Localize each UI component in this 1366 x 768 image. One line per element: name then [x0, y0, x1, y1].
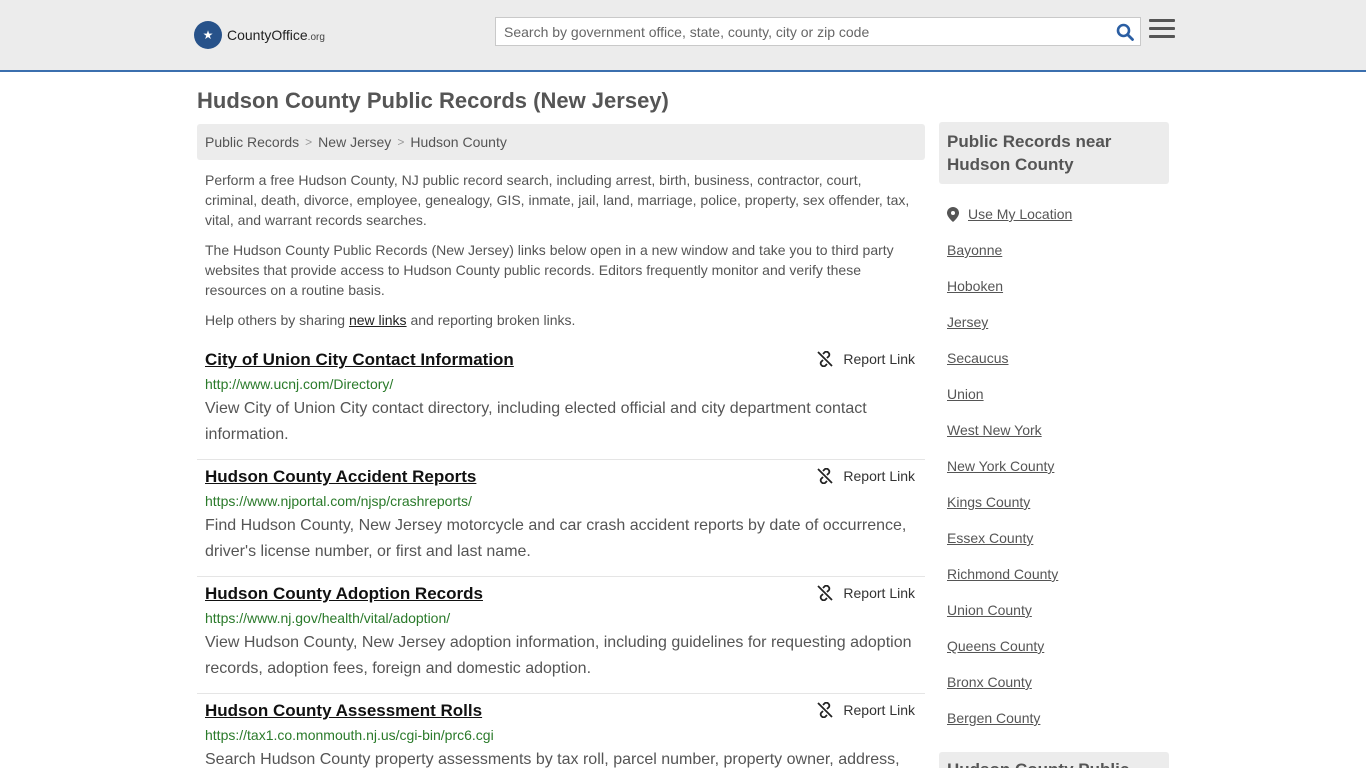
- record-url[interactable]: https://www.njportal.com/njsp/crashrepor…: [205, 493, 472, 509]
- nearby-link-bronx-county[interactable]: Bronx County: [947, 674, 1032, 690]
- report-link-label: Report Link: [843, 702, 915, 718]
- nearby-link-new-york-county[interactable]: New York County: [947, 458, 1054, 474]
- list-item: Richmond County: [947, 556, 1167, 592]
- record-item: Hudson County Accident Reports Report Li…: [197, 460, 925, 577]
- share-paragraph: Help others by sharing new links and rep…: [205, 310, 917, 330]
- nearby-link-essex-county[interactable]: Essex County: [947, 530, 1033, 546]
- logo-main: CountyOffice: [227, 27, 308, 43]
- search-bar: [495, 17, 1141, 46]
- report-link-button[interactable]: Report Link: [817, 351, 915, 367]
- report-link-button[interactable]: Report Link: [817, 468, 915, 484]
- nearby-link-west-new-york[interactable]: West New York: [947, 422, 1042, 438]
- page-title: Hudson County Public Records (New Jersey…: [197, 88, 669, 113]
- list-item: New York County: [947, 448, 1167, 484]
- report-link-label: Report Link: [843, 351, 915, 367]
- breadcrumb: Public Records > New Jersey > Hudson Cou…: [197, 124, 925, 160]
- logo-text: CountyOffice.org: [227, 27, 325, 43]
- nearby-link-secaucus[interactable]: Secaucus: [947, 350, 1008, 366]
- use-location-item: Use My Location: [947, 196, 1167, 232]
- search-icon: [1116, 23, 1134, 41]
- nearby-link-bergen-county[interactable]: Bergen County: [947, 710, 1040, 726]
- list-item: Essex County: [947, 520, 1167, 556]
- record-item: Hudson County Assessment Rolls Report Li…: [197, 694, 925, 768]
- share-text-before: Help others by sharing: [205, 312, 349, 328]
- list-item: Queens County: [947, 628, 1167, 664]
- hamburger-menu-button[interactable]: [1149, 19, 1175, 43]
- nearby-link-union[interactable]: Union: [947, 386, 984, 402]
- list-item: Bronx County: [947, 664, 1167, 700]
- list-item: Secaucus: [947, 340, 1167, 376]
- nearby-link-jersey[interactable]: Jersey: [947, 314, 988, 330]
- nearby-link-richmond-county[interactable]: Richmond County: [947, 566, 1058, 582]
- nearby-link-bayonne[interactable]: Bayonne: [947, 242, 1002, 258]
- list-item: Hoboken: [947, 268, 1167, 304]
- breadcrumb-hudson-county[interactable]: Hudson County: [410, 134, 507, 150]
- record-item: Hudson County Adoption Records Report Li…: [197, 577, 925, 694]
- record-description: View City of Union City contact director…: [205, 400, 867, 443]
- site-header: ★ CountyOffice.org: [0, 0, 1366, 72]
- record-title-link[interactable]: Hudson County Accident Reports: [205, 467, 476, 487]
- logo-tld: .org: [307, 32, 325, 43]
- sidebar-heading-2: Hudson County Public: [939, 752, 1169, 768]
- menu-bar-icon: [1149, 19, 1175, 22]
- breadcrumb-new-jersey[interactable]: New Jersey: [318, 134, 391, 150]
- search-button[interactable]: [1110, 18, 1140, 45]
- report-link-label: Report Link: [843, 468, 915, 484]
- record-description: Find Hudson County, New Jersey motorcycl…: [205, 517, 907, 560]
- nearby-link-kings-county[interactable]: Kings County: [947, 494, 1030, 510]
- use-my-location-link[interactable]: Use My Location: [968, 206, 1072, 222]
- record-url[interactable]: http://www.ucnj.com/Directory/: [205, 376, 393, 392]
- disclaimer-paragraph: The Hudson County Public Records (New Je…: [205, 242, 894, 298]
- list-item: Union: [947, 376, 1167, 412]
- report-link-button[interactable]: Report Link: [817, 585, 915, 601]
- report-link-label: Report Link: [843, 585, 915, 601]
- nearby-list: Use My Location Bayonne Hoboken Jersey S…: [947, 196, 1167, 736]
- search-input[interactable]: [496, 18, 1110, 45]
- breadcrumb-separator: >: [397, 135, 405, 149]
- record-description: Search Hudson County property assessment…: [205, 751, 900, 768]
- list-item: Jersey: [947, 304, 1167, 340]
- menu-bar-icon: [1149, 35, 1175, 38]
- share-text-after: and reporting broken links.: [406, 312, 576, 328]
- new-links-link[interactable]: new links: [349, 312, 407, 328]
- record-item: City of Union City Contact Information R…: [197, 343, 925, 460]
- report-link-button[interactable]: Report Link: [817, 702, 915, 718]
- record-title-link[interactable]: Hudson County Adoption Records: [205, 584, 483, 604]
- broken-link-icon: [817, 351, 834, 367]
- record-title-link[interactable]: City of Union City Contact Information: [205, 350, 514, 370]
- record-description: View Hudson County, New Jersey adoption …: [205, 634, 912, 677]
- sidebar-heading: Public Records near Hudson County: [939, 122, 1169, 184]
- list-item: Bergen County: [947, 700, 1167, 736]
- list-item: Bayonne: [947, 232, 1167, 268]
- eagle-icon: ★: [194, 21, 222, 49]
- broken-link-icon: [817, 585, 834, 601]
- menu-bar-icon: [1149, 27, 1175, 30]
- nearby-link-union-county[interactable]: Union County: [947, 602, 1032, 618]
- list-item: Kings County: [947, 484, 1167, 520]
- list-item: Union County: [947, 592, 1167, 628]
- record-title-link[interactable]: Hudson County Assessment Rolls: [205, 701, 482, 721]
- breadcrumb-public-records[interactable]: Public Records: [205, 134, 299, 150]
- broken-link-icon: [817, 468, 834, 484]
- record-url[interactable]: https://www.nj.gov/health/vital/adoption…: [205, 610, 450, 626]
- broken-link-icon: [817, 702, 834, 718]
- intro-paragraph: Perform a free Hudson County, NJ public …: [205, 172, 910, 228]
- nearby-link-hoboken[interactable]: Hoboken: [947, 278, 1003, 294]
- breadcrumb-separator: >: [305, 135, 313, 149]
- list-item: West New York: [947, 412, 1167, 448]
- record-url[interactable]: https://tax1.co.monmouth.nj.us/cgi-bin/p…: [205, 727, 494, 743]
- map-pin-icon: [947, 206, 959, 222]
- site-logo[interactable]: ★ CountyOffice.org: [194, 20, 325, 50]
- nearby-link-queens-county[interactable]: Queens County: [947, 638, 1044, 654]
